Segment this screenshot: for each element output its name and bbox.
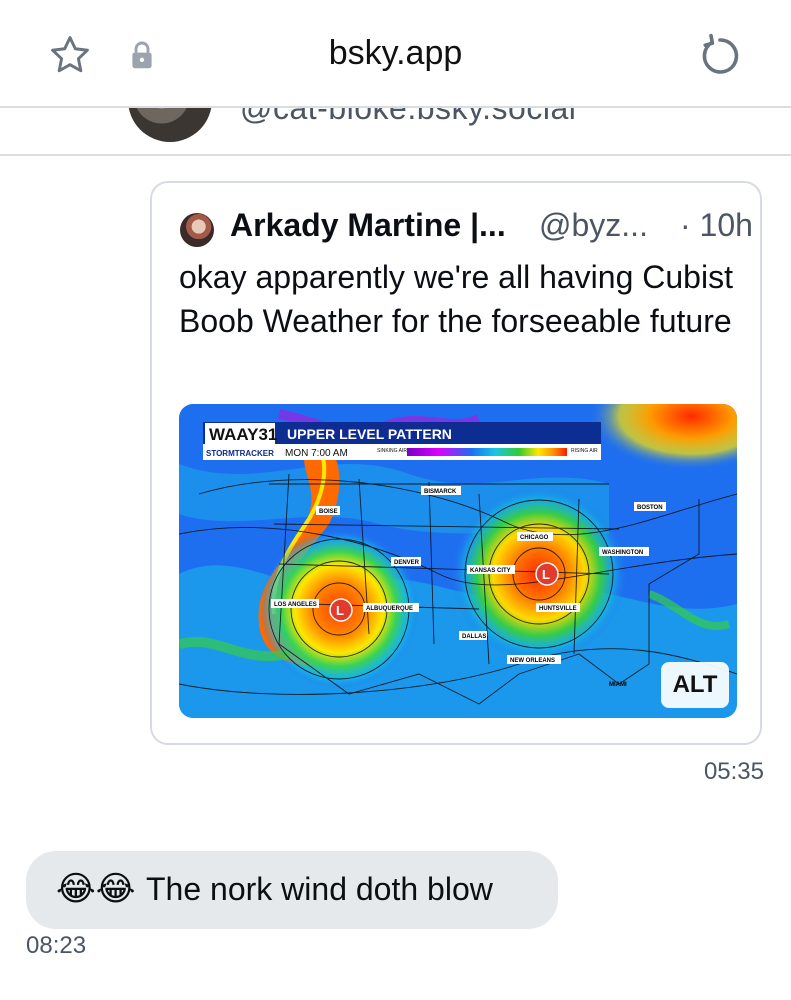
svg-text:L: L [336,603,344,618]
svg-text:KANSAS CITY: KANSAS CITY [470,568,511,574]
svg-text:CHICAGO: CHICAGO [520,535,549,541]
svg-text:MIAMI: MIAMI [609,682,627,688]
conversation-header: @cat-bloke.bsky.social [0,108,791,156]
message-bubble[interactable]: 😂😂 The nork wind doth blow [26,851,558,929]
map-time-label: MON 7:00 AM [285,448,348,459]
quoted-author-handle: @byz... [539,207,648,243]
message-timestamp: 08:23 [26,932,87,959]
svg-text:HUNTSVILLE: HUNTSVILLE [539,606,577,612]
map-title: UPPER LEVEL PATTERN [287,426,452,442]
quoted-author-name: Arkady Martine |... [230,207,506,243]
svg-text:L: L [542,567,550,582]
weather-map-image[interactable]: WAAY31 STORMTRACKER UPPER LEVEL PATTERN … [179,404,737,718]
svg-text:NEW ORLEANS: NEW ORLEANS [510,658,555,664]
svg-text:BISMARCK: BISMARCK [424,489,457,495]
svg-text:ALBUQUERQUE: ALBUQUERQUE [366,606,413,612]
svg-text:DENVER: DENVER [394,560,420,566]
laughing-emoji-icon: 😂😂 [56,870,136,908]
svg-text:LOS ANGELES: LOS ANGELES [274,602,317,608]
url-domain[interactable]: bsky.app [0,34,791,73]
avatar[interactable] [128,108,212,142]
svg-text:BOISE: BOISE [319,509,338,515]
low-pressure-marker-east: L [535,562,559,586]
browser-url-bar: bsky.app [0,0,791,108]
conversation-handle[interactable]: @cat-bloke.bsky.social [240,108,576,127]
svg-text:WASHINGTON: WASHINGTON [602,550,643,556]
svg-text:BOSTON: BOSTON [637,505,663,511]
station-logo: WAAY31 [209,425,277,444]
svg-text:DALLAS: DALLAS [462,634,486,640]
station-sub: STORMTRACKER [206,449,274,458]
quoted-post-text: okay apparently we're all having Cubist … [179,259,733,339]
quoted-post-time: · 10h [680,207,753,243]
message-text: The nork wind doth blow [146,871,493,907]
alt-text-button[interactable]: ALT [661,662,729,708]
message-timestamp: 05:35 [703,758,764,785]
low-pressure-marker-west: L [329,598,353,622]
scale-left-label: SINKING AIR [377,448,407,454]
scale-right-label: RISING AIR [571,448,598,454]
reload-icon[interactable] [696,32,744,80]
quoted-post-card[interactable]: Arkady Martine |... @byz... · 10h okay a… [150,181,762,745]
quoted-author-avatar [180,213,214,247]
weather-map-graphic: WAAY31 STORMTRACKER UPPER LEVEL PATTERN … [179,404,737,718]
